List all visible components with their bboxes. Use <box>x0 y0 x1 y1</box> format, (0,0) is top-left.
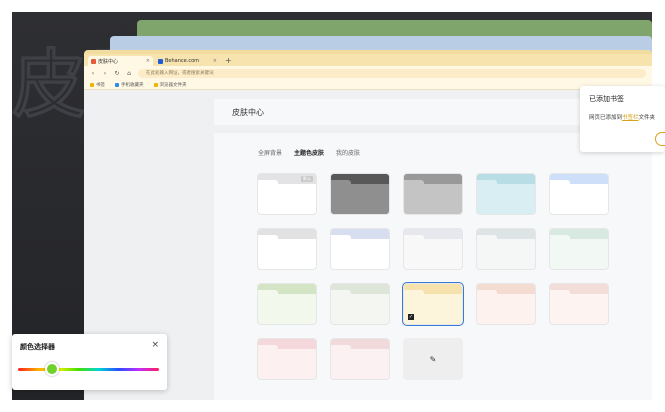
phone-icon <box>115 82 119 87</box>
skin-tile[interactable] <box>257 228 317 270</box>
close-icon[interactable]: × <box>213 58 217 64</box>
popup-text: 网页已添加到 <box>589 115 623 121</box>
hue-slider-track[interactable] <box>18 368 159 371</box>
favicon-icon <box>158 58 163 64</box>
popup-title: 已添加书签 <box>589 95 624 103</box>
skin-tile[interactable]: 默认 <box>257 173 317 215</box>
skin-tile[interactable] <box>476 228 536 270</box>
color-picker-title: 颜色选择器 <box>20 343 55 351</box>
new-tab-button[interactable]: + <box>222 56 235 66</box>
custom-color-tile[interactable]: ✎ <box>403 338 463 380</box>
skin-tile[interactable] <box>330 283 390 325</box>
skin-tile[interactable] <box>403 228 463 270</box>
popup-text: 文件夹 <box>638 115 656 121</box>
tab-fullscreen-background[interactable]: 全屏背景 <box>258 148 282 157</box>
tab-skin-center[interactable]: 皮肤中心 × <box>88 56 153 66</box>
popup-link[interactable]: 书签栏 <box>622 115 639 121</box>
skin-tile[interactable] <box>403 173 463 215</box>
close-icon[interactable]: × <box>151 340 159 350</box>
bookmark-added-popup: 已添加书签 网页已添加到书签栏文件夹 <box>580 86 665 152</box>
skin-tile[interactable] <box>549 228 609 270</box>
tab-bar: 皮肤中心 × Behance.com × + <box>84 54 652 66</box>
bookmarks-bar: 书签 手机收藏夹 浏览器文件夹 <box>84 80 652 90</box>
page-content: 皮肤中心 + m 全屏背景 主题色皮肤 我的皮肤 默认✓✎ <box>84 90 652 400</box>
bookmark-item[interactable]: 手机收藏夹 <box>115 82 144 88</box>
skin-tile[interactable] <box>330 338 390 380</box>
tab-theme-color[interactable]: 主题色皮肤 <box>294 148 324 157</box>
skin-tile[interactable] <box>257 338 317 380</box>
skin-tile[interactable] <box>549 173 609 215</box>
skin-tile[interactable] <box>330 228 390 270</box>
bookmark-item[interactable]: 书签 <box>90 82 105 88</box>
skin-tile[interactable] <box>257 283 317 325</box>
popup-button[interactable] <box>655 132 665 146</box>
favicon-icon <box>91 58 96 64</box>
skin-tile[interactable] <box>330 173 390 215</box>
address-input[interactable]: 在此处输入网址，或者搜索关键词 <box>138 68 646 78</box>
skin-tile[interactable] <box>549 283 609 325</box>
skin-panel: 全屏背景 主题色皮肤 我的皮肤 默认 ✓ ✎ <box>214 133 652 400</box>
forward-icon[interactable]: › <box>102 70 108 77</box>
bookmark-item[interactable]: 浏览器文件夹 <box>153 82 187 88</box>
tab-label: Behance.com <box>165 58 200 64</box>
skin-tile[interactable] <box>476 173 536 215</box>
home-icon[interactable]: ⌂ <box>126 70 132 77</box>
folder-icon <box>153 82 158 87</box>
browser-window: 皮肤中心 × Behance.com × + ‹ › ↻ ⌂ 在此处输入网址，或… <box>84 54 652 400</box>
star-icon <box>90 82 94 87</box>
bookmark-label: 书签 <box>96 82 105 88</box>
popup-body: 网页已添加到书签栏文件夹 <box>589 113 656 121</box>
skin-tile[interactable]: ✓ <box>402 282 464 326</box>
address-bar-row: ‹ › ↻ ⌂ 在此处输入网址，或者搜索关键词 <box>84 66 652 80</box>
color-picker-dialog: 颜色选择器 × <box>12 334 167 390</box>
skin-tabs: 全屏背景 主题色皮肤 我的皮肤 <box>258 148 360 157</box>
skin-tile[interactable] <box>476 283 536 325</box>
bookmark-label: 手机收藏夹 <box>121 82 144 88</box>
hue-slider-handle[interactable] <box>44 362 59 376</box>
back-icon[interactable]: ‹ <box>90 70 96 77</box>
tab-my-skins[interactable]: 我的皮肤 <box>336 148 360 157</box>
reload-icon[interactable]: ↻ <box>114 70 120 77</box>
checkmark-icon: ✓ <box>408 314 414 320</box>
tab-behance[interactable]: Behance.com × <box>155 56 220 66</box>
skin-grid: 默认 ✓ ✎ <box>257 173 609 380</box>
page-title: 皮肤中心 <box>232 107 264 117</box>
default-badge: 默认 <box>301 176 313 182</box>
tab-label: 皮肤中心 <box>98 58 119 65</box>
close-icon[interactable]: × <box>146 58 150 64</box>
bookmark-label: 浏览器文件夹 <box>159 82 187 88</box>
eyedropper-icon: ✎ <box>429 354 437 364</box>
